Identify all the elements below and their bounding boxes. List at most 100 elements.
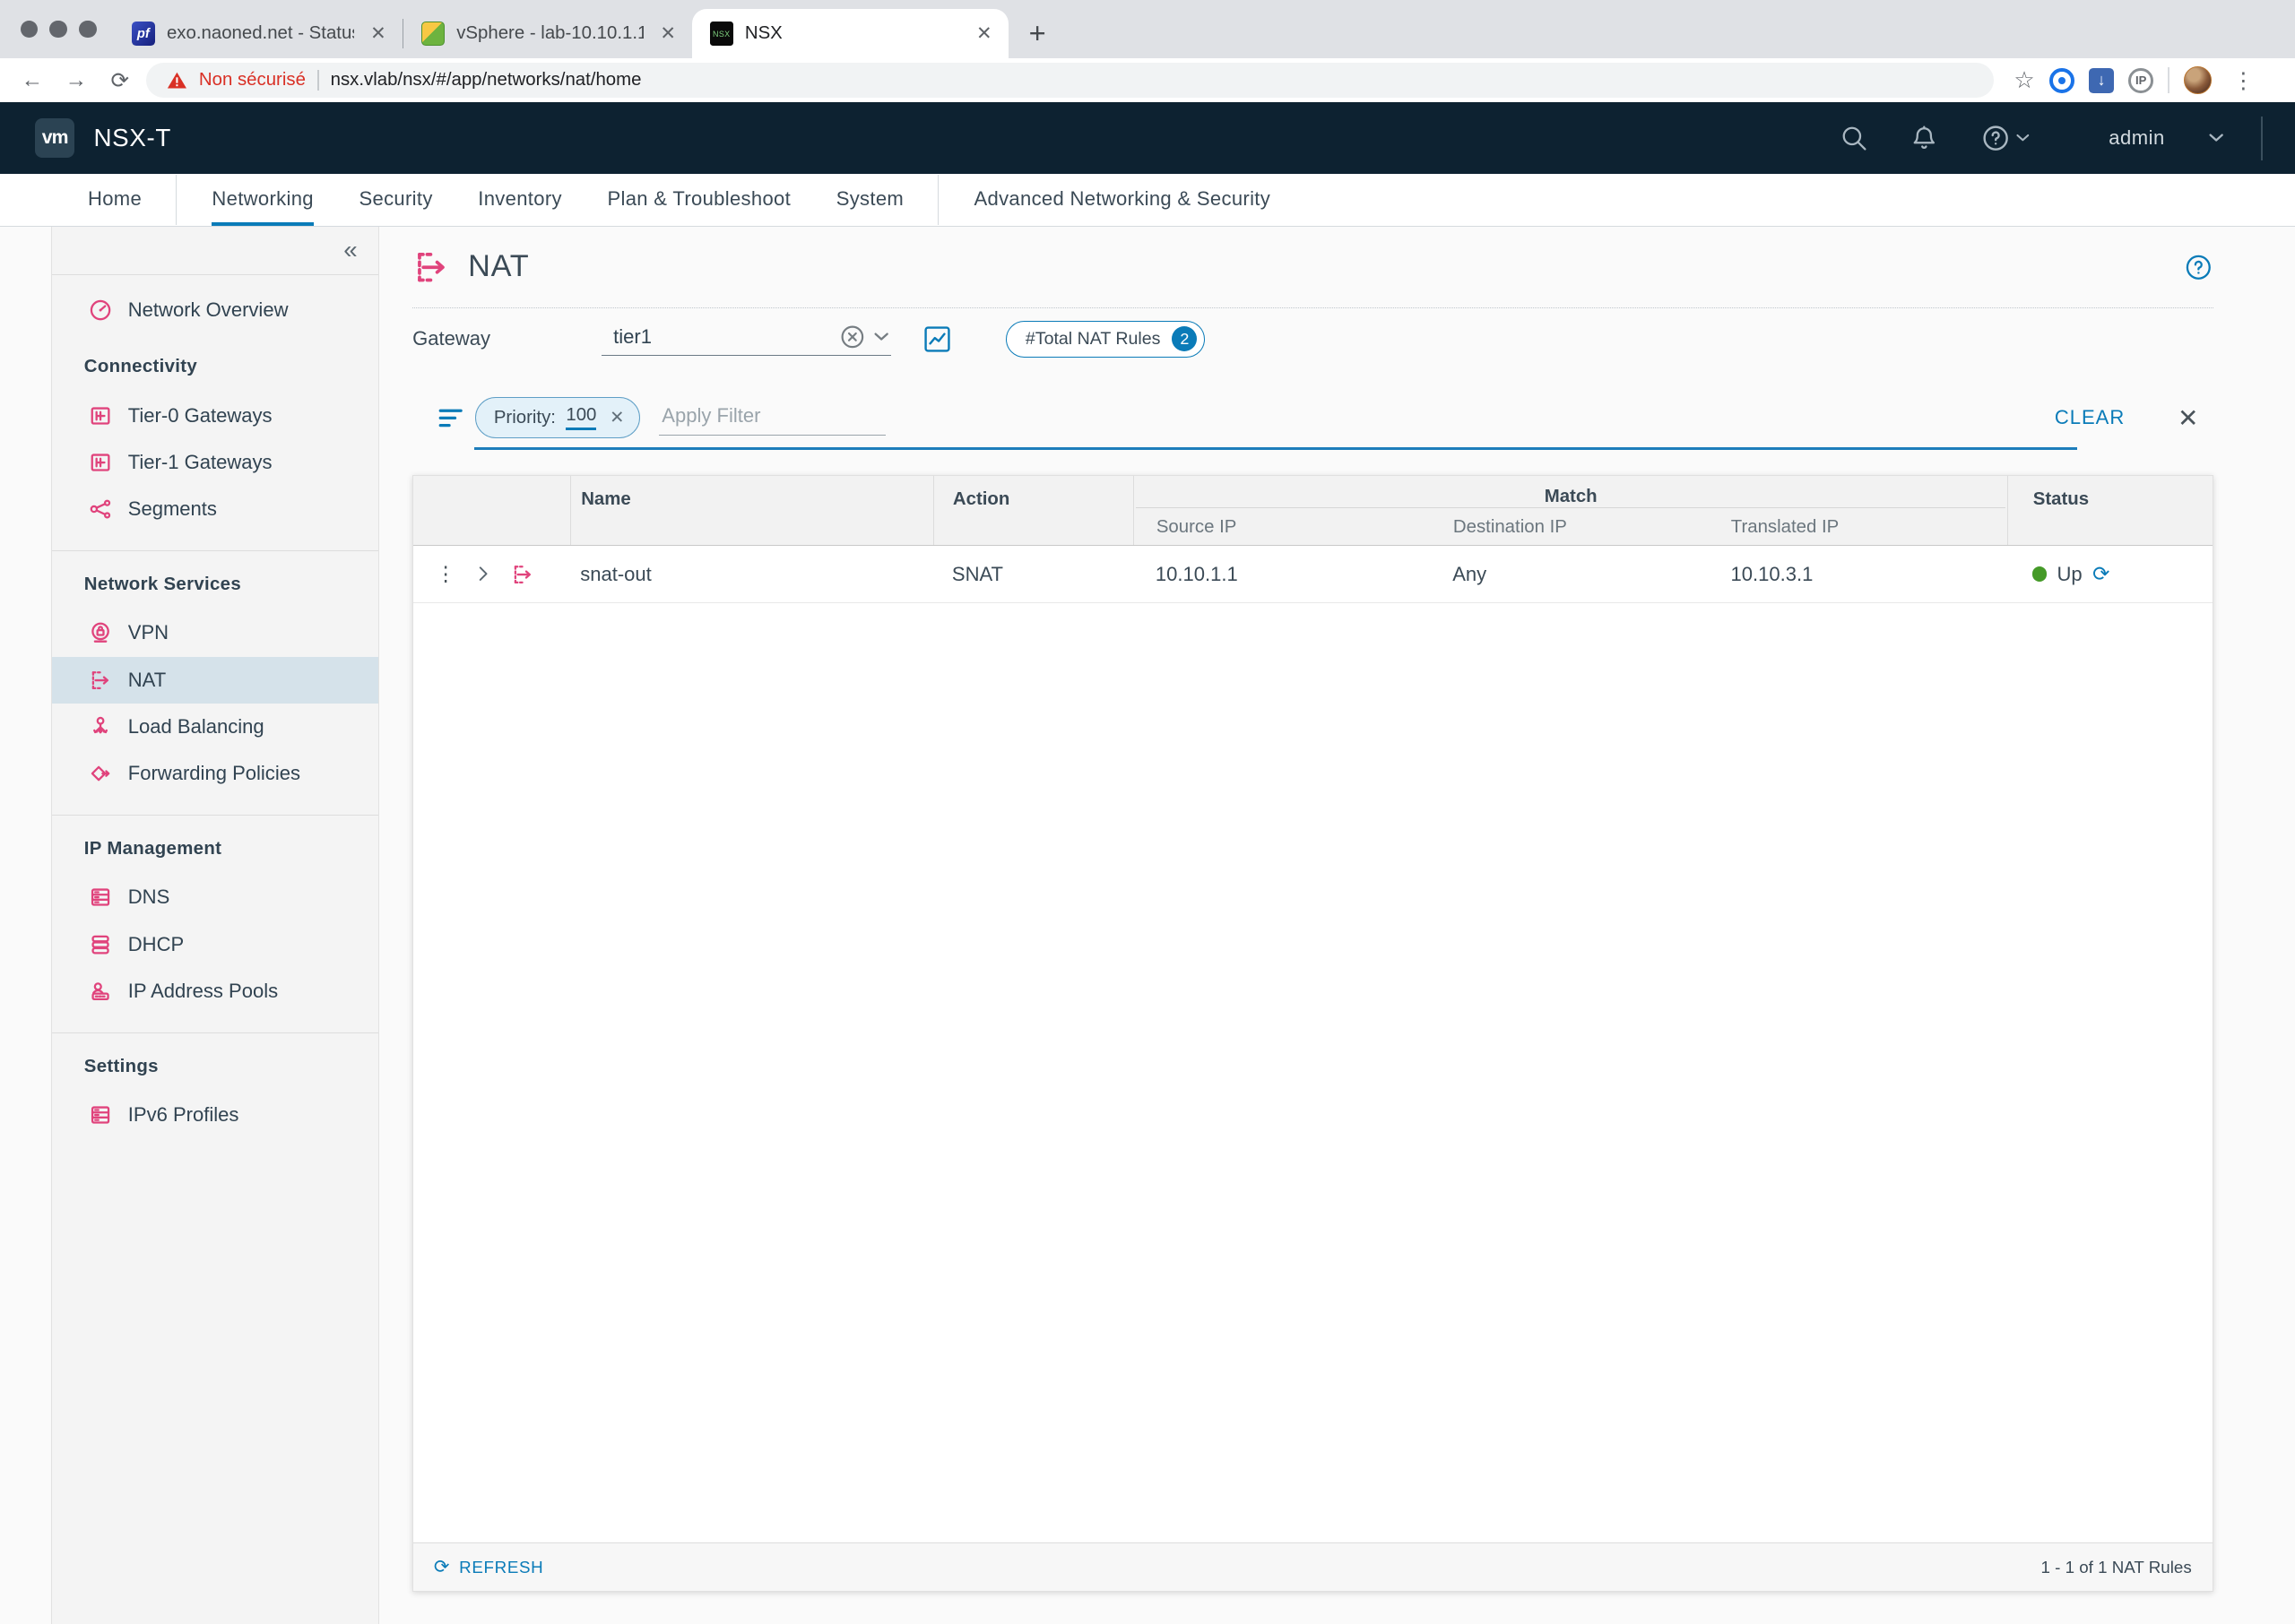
row-menu-icon[interactable]: ⋮ (436, 562, 456, 586)
nav-inventory[interactable]: Inventory (478, 174, 562, 226)
omnibox-separator (317, 70, 319, 91)
nat-icon (89, 669, 112, 692)
window-zoom-button[interactable] (79, 21, 97, 39)
cell-source-ip: 10.10.1.1 (1133, 563, 1448, 586)
new-tab-button[interactable]: + (1009, 16, 1067, 59)
product-title: NSX-T (93, 124, 171, 152)
window-close-button[interactable] (21, 21, 39, 39)
browser-profile-avatar[interactable] (2184, 66, 2212, 94)
row-status-refresh-icon[interactable]: ⟳ (2092, 564, 2109, 584)
address-bar-separator (2168, 67, 2169, 93)
sidebar-item-dns[interactable]: DNS (52, 874, 378, 920)
url-omnibox[interactable]: Non sécurisé nsx.vlab/nsx/#/app/networks… (146, 63, 1993, 98)
filter-chip-label: Priority: (494, 408, 556, 428)
window-minimize-button[interactable] (49, 21, 67, 39)
not-secure-label[interactable]: Non sécurisé (199, 70, 306, 91)
window-controls[interactable] (14, 0, 114, 58)
sidebar-item-ip-address-pools[interactable]: IP Address Pools (52, 968, 378, 1015)
tab-close-icon[interactable]: ✕ (366, 22, 391, 45)
sidebar-item-vpn[interactable]: VPN (52, 609, 378, 656)
filter-chip-value[interactable]: 100 (566, 405, 596, 430)
column-header-action[interactable]: Action (933, 476, 1134, 545)
column-header-source-ip[interactable]: Source IP (1134, 517, 1449, 538)
sidebar-item-nat[interactable]: NAT (52, 657, 378, 704)
sidebar-item-ipv6-profiles[interactable]: IPv6 Profiles (52, 1092, 378, 1138)
sidebar-section-settings: Settings (52, 1033, 378, 1092)
filter-chip-remove-icon[interactable]: ✕ (607, 407, 625, 428)
main-nav: Home Networking Security Inventory Plan … (0, 174, 2295, 227)
sidebar-item-forwarding-policies[interactable]: Forwarding Policies (52, 750, 378, 797)
table-row[interactable]: ⋮ snat-out SNAT 10.10.1.1 Any 10.10.3.1 … (413, 546, 2213, 603)
sidebar-item-tier1-gateways[interactable]: Tier-1 Gateways (52, 439, 378, 486)
close-filter-icon[interactable]: ✕ (2178, 403, 2198, 433)
sidebar-item-tier0-gateways[interactable]: Tier-0 Gateways (52, 393, 378, 439)
nav-home[interactable]: Home (88, 174, 142, 226)
match-subcolumns: Source IP Destination IP Translated IP (1134, 508, 2007, 538)
not-secure-warning-icon (167, 71, 187, 90)
forward-icon[interactable]: → (58, 68, 93, 93)
cell-name[interactable]: snat-out (570, 563, 933, 586)
back-icon[interactable]: ← (14, 68, 49, 93)
refresh-button[interactable]: ⟳ REFRESH (434, 1556, 543, 1578)
nav-system[interactable]: System (836, 174, 904, 226)
browser-address-bar: ← → ⟳ Non sécurisé nsx.vlab/nsx/#/app/ne… (0, 58, 2295, 102)
sidebar-item-label: Forwarding Policies (128, 762, 300, 785)
row-expand-chevron-icon[interactable] (476, 566, 490, 581)
page-title: NAT (468, 249, 529, 284)
gateway-stats-chart-icon[interactable] (923, 325, 951, 353)
tab-close-icon[interactable]: ✕ (972, 22, 997, 45)
browser-menu-icon[interactable]: ⋮ (2227, 67, 2261, 94)
filter-icon[interactable] (437, 408, 463, 428)
cell-status: Up ⟳ (2007, 563, 2213, 586)
nav-separator (938, 175, 940, 225)
nat-main-panel: NAT Gateway tier1 #Total NAT Rules 2 (412, 227, 2213, 1624)
column-header-destination-ip[interactable]: Destination IP (1449, 517, 1727, 538)
sidebar-item-network-overview[interactable]: Network Overview (52, 287, 378, 333)
nav-advanced-networking[interactable]: Advanced Networking & Security (974, 174, 1270, 226)
sidebar: « Network Overview Connectivity Tier-0 G… (51, 227, 379, 1624)
notifications-bell-icon[interactable] (1889, 124, 1959, 153)
onepassword-extension-icon[interactable] (2049, 68, 2074, 93)
bookmark-star-icon[interactable]: ☆ (2014, 66, 2034, 94)
search-icon[interactable] (1819, 124, 1889, 153)
vmware-logo: vm (35, 118, 74, 158)
sidebar-item-label: Tier-0 Gateways (128, 404, 273, 428)
sidebar-item-segments[interactable]: Segments (52, 486, 378, 532)
sidebar-item-dhcp[interactable]: DHCP (52, 920, 378, 967)
status-up-dot (2032, 566, 2047, 581)
nav-plan-troubleshoot[interactable]: Plan & Troubleshoot (607, 174, 791, 226)
browser-tab-pfsense[interactable]: pf exo.naoned.net - Status: Dashbo ✕ (114, 9, 403, 59)
priority-filter-chip[interactable]: Priority: 100 ✕ (475, 397, 640, 438)
url-text[interactable]: nsx.vlab/nsx/#/app/networks/nat/home (331, 70, 642, 91)
browser-tab-vsphere[interactable]: vSphere - lab-10.10.1.1 - Summar ✕ (403, 9, 692, 59)
browser-tab-nsx-active[interactable]: NSX NSX ✕ (692, 9, 1009, 59)
column-header-name[interactable]: Name (570, 476, 933, 545)
page-help-icon[interactable] (2184, 253, 2213, 282)
column-header-status[interactable]: Status (2007, 476, 2213, 545)
ip-lookup-extension-icon[interactable]: IP (2128, 68, 2153, 93)
gateway-chevron-down-icon[interactable] (874, 333, 888, 341)
column-header-match[interactable]: Match (1136, 476, 2005, 508)
apply-filter-input[interactable]: Apply Filter (659, 400, 886, 436)
nav-networking[interactable]: Networking (212, 174, 313, 226)
content-area: « Network Overview Connectivity Tier-0 G… (0, 227, 2295, 1624)
sidebar-item-label: IPv6 Profiles (128, 1103, 239, 1127)
column-header-translated-ip[interactable]: Translated IP (1727, 517, 2007, 538)
vsphere-favicon (421, 22, 445, 45)
total-nat-rules-pill[interactable]: #Total NAT Rules 2 (1006, 321, 1206, 358)
sidebar-collapse-icon[interactable]: « (343, 236, 357, 264)
clear-filter-button[interactable]: CLEAR (2055, 406, 2125, 429)
clear-selection-icon[interactable] (840, 324, 865, 350)
nav-security[interactable]: Security (359, 174, 432, 226)
sidebar-item-load-balancing[interactable]: Load Balancing (52, 704, 378, 750)
download-extension-icon[interactable]: ↓ (2089, 68, 2114, 93)
reload-icon[interactable]: ⟳ (102, 67, 137, 94)
gateway-select[interactable]: tier1 (602, 322, 891, 357)
user-menu-label[interactable]: admin (2050, 126, 2209, 150)
user-chevron-down-icon[interactable] (2209, 134, 2223, 143)
pfsense-favicon: pf (132, 22, 155, 45)
sidebar-item-label: Load Balancing (128, 715, 264, 739)
tab-close-icon[interactable]: ✕ (656, 22, 681, 45)
dhcp-icon (89, 933, 112, 956)
help-menu[interactable] (1960, 123, 2050, 153)
